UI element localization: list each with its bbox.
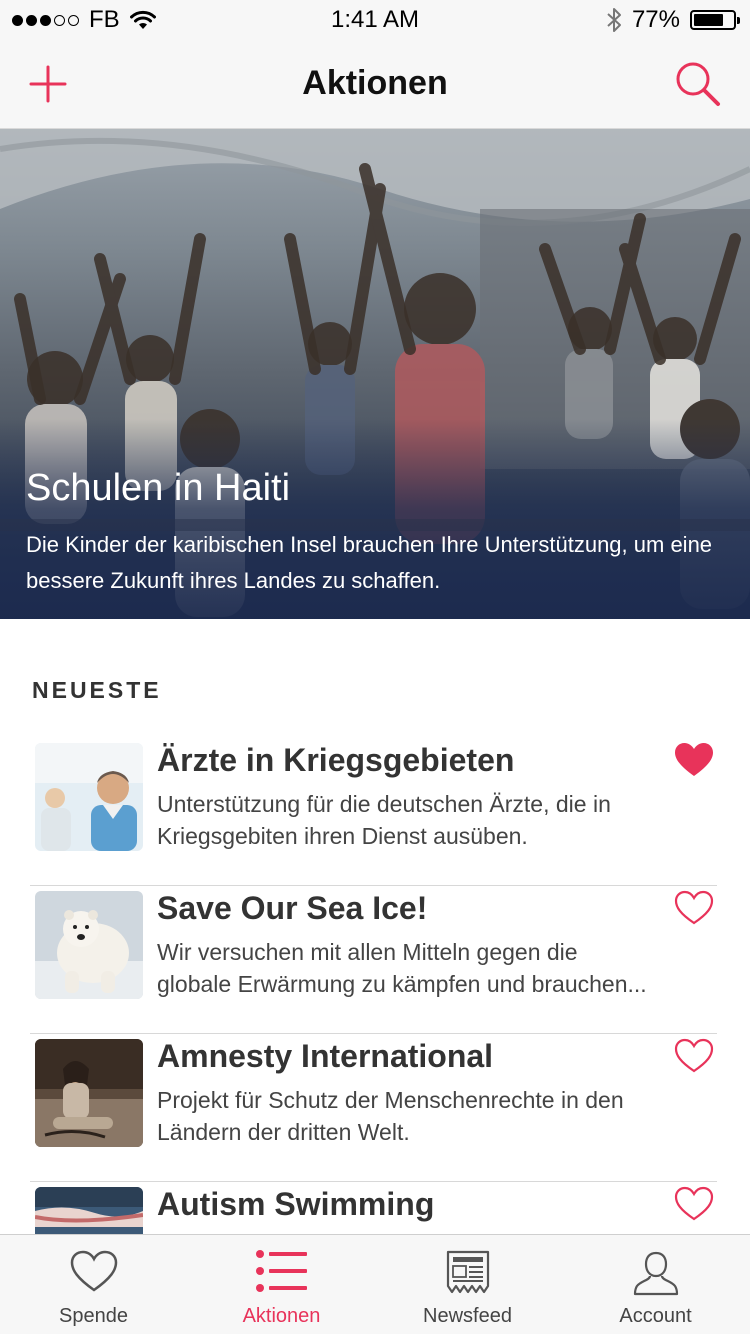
amnesty-thumbnail xyxy=(35,1039,143,1147)
campaign-title: Ärzte in Kriegsgebieten xyxy=(157,742,515,778)
tab-newsfeed[interactable]: Newsfeed xyxy=(374,1235,561,1334)
battery-level xyxy=(694,14,724,26)
campaign-title: Save Our Sea Ice! xyxy=(157,890,428,926)
tab-spende[interactable]: Spende xyxy=(0,1235,187,1334)
list-item[interactable]: Amnesty International Projekt für Schutz… xyxy=(0,1034,750,1182)
status-right: 77% xyxy=(606,6,740,34)
newspaper-icon xyxy=(446,1250,489,1294)
doctor-thumbnail xyxy=(35,743,143,851)
navigation-bar: Aktionen xyxy=(0,40,750,129)
battery-percent: 77% xyxy=(631,6,680,33)
list-item[interactable]: Save Our Sea Ice! Wir versuchen mit alle… xyxy=(0,886,750,1034)
tab-aktionen[interactable]: Aktionen xyxy=(188,1235,375,1334)
heart-outline-icon[interactable] xyxy=(674,1186,714,1222)
section-heading: NEUESTE xyxy=(32,677,162,703)
featured-campaign-card[interactable]: Schulen in Haiti Die Kinder der karibisc… xyxy=(0,129,750,619)
battery-icon xyxy=(690,10,740,30)
campaign-title: Autism Swimming xyxy=(157,1186,435,1222)
campaign-description: Unterstützung für die deutschen Ärzte, d… xyxy=(157,791,611,849)
search-icon[interactable] xyxy=(674,60,722,108)
user-icon xyxy=(633,1251,678,1296)
tab-label: Newsfeed xyxy=(423,1305,512,1327)
list-icon xyxy=(255,1250,307,1292)
heart-filled-icon[interactable] xyxy=(674,742,714,778)
app-screen: FB 1:41 AM 77% Aktionen Schulen in Haiti… xyxy=(0,0,750,1334)
polar-bear-thumbnail xyxy=(35,891,143,999)
campaign-description: Projekt für Schutz der Menschenrechte in… xyxy=(157,1087,624,1145)
heart-outline-icon[interactable] xyxy=(674,1038,714,1074)
tab-label: Account xyxy=(619,1305,692,1327)
featured-campaign-description: Die Kinder der karibischen Insel brauche… xyxy=(26,532,713,593)
heart-outline-icon[interactable] xyxy=(674,890,714,926)
campaign-description: Wir versuchen mit allen Mitteln gegen di… xyxy=(157,939,647,997)
tab-account[interactable]: Account xyxy=(562,1235,749,1334)
status-bar: FB 1:41 AM 77% xyxy=(0,0,750,40)
tab-label: Spende xyxy=(59,1305,128,1327)
bluetooth-icon xyxy=(607,8,621,32)
list-item[interactable]: Ärzte in Kriegsgebieten Unterstützung fü… xyxy=(0,738,750,886)
tab-label: Aktionen xyxy=(242,1305,321,1327)
campaign-title: Amnesty International xyxy=(157,1038,494,1074)
page-title: Aktionen xyxy=(302,64,448,102)
heart-outline-icon xyxy=(70,1250,117,1292)
featured-campaign-title: Schulen in Haiti xyxy=(26,467,291,509)
tab-bar: Spende Aktionen Newsfeed Account xyxy=(0,1234,750,1334)
